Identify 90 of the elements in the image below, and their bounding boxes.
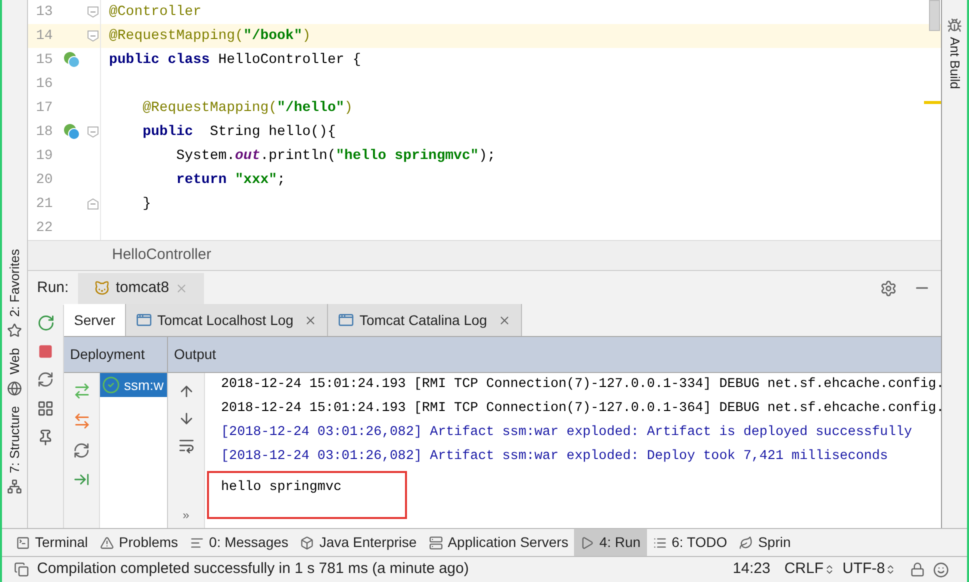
run-label: Run:: [36, 278, 70, 298]
leaf-icon: [739, 536, 754, 550]
stripe-label[interactable]: Web: [4, 348, 24, 375]
code-line: @RequestMapping("/book"): [109, 26, 311, 46]
column-header: Output: [173, 345, 218, 364]
arrows-icon[interactable]: [72, 412, 90, 430]
lock-icon[interactable]: [910, 562, 925, 577]
bug-icon: [947, 18, 962, 33]
deploy-icon[interactable]: [73, 471, 90, 488]
stripe-label[interactable]: Ant Build: [944, 37, 964, 90]
tool-window-tab[interactable]: Sprin: [733, 529, 797, 556]
code-line: @Controller: [109, 2, 202, 22]
refresh-icon[interactable]: [73, 442, 90, 459]
output-line: hello springmvc: [221, 480, 342, 495]
window-icon: [338, 312, 354, 328]
deployment-item[interactable]: ssm:w: [100, 373, 167, 397]
face-icon[interactable]: [933, 562, 949, 578]
warning-icon: [100, 536, 114, 550]
tool-window-tab[interactable]: 6: TODO: [646, 529, 734, 556]
stop-icon[interactable]: [38, 344, 53, 359]
structure-icon[interactable]: [7, 479, 22, 494]
box-icon: [300, 536, 314, 550]
stripe-label[interactable]: 7: Structure: [4, 406, 24, 473]
caret-position[interactable]: 14:23: [732, 558, 770, 581]
fold-marker-icon[interactable]: [87, 126, 99, 138]
tool-window-tab[interactable]: Problems: [94, 529, 184, 556]
pin-icon[interactable]: [37, 429, 54, 446]
layout-icon[interactable]: [37, 400, 54, 417]
fold-marker-icon[interactable]: [87, 198, 99, 210]
window-icon: [136, 312, 152, 328]
play-icon: [580, 536, 594, 550]
code-line: public class HelloController {: [109, 50, 362, 70]
tool-window-tab[interactable]: 4: Run: [574, 529, 647, 556]
lines-icon: [190, 536, 204, 550]
line-number: 15: [35, 50, 54, 70]
code-line: public String hello(){: [142, 122, 336, 142]
bean-method-icon[interactable]: [63, 123, 81, 141]
log-tab[interactable]: Server: [64, 304, 126, 336]
stripe-label[interactable]: 2: Favorites: [4, 249, 24, 318]
log-tab[interactable]: Tomcat Localhost Log: [126, 304, 328, 336]
log-tab[interactable]: Tomcat Catalina Log: [328, 304, 522, 336]
line-number: 21: [35, 194, 54, 214]
output-line: [2018-12-24 03:01:26,082] Artifact ssm:war exploded: Deploy took 7,421 milliseconds: [221, 448, 889, 466]
globe-icon[interactable]: [7, 380, 22, 396]
code-line: return "xxx";: [175, 170, 286, 190]
rerun-icon[interactable]: [36, 314, 54, 332]
copy-icon[interactable]: [14, 562, 29, 577]
breadcrumb[interactable]: HelloController: [112, 244, 212, 267]
bean-class-icon[interactable]: [63, 51, 81, 69]
close-icon[interactable]: [304, 314, 318, 326]
line-number: 19: [35, 146, 54, 166]
line-number: 16: [35, 74, 54, 94]
column-header: Deployment: [64, 337, 168, 372]
tool-window-tab[interactable]: 0: Messages: [184, 529, 294, 556]
wrap-icon[interactable]: [178, 437, 194, 454]
output-line: [2018-12-24 03:01:26,082] Artifact ssm:war exploded: Artifact is deployed successfully: [221, 424, 914, 442]
output-line: 2018-12-24 15:01:24.193 [RMI TCP Connection(7)-127.0.0.1-334] DEBUG net.sf.ehcache.config.: [221, 376, 941, 394]
output-line: 2018-12-24 15:01:24.193 [RMI TCP Connection(7)-127.0.0.1-364] DEBUG net.sf.ehcache.config.: [221, 400, 941, 418]
line-number: 20: [35, 170, 54, 190]
fold-marker-icon[interactable]: [87, 6, 99, 18]
tool-window-tab[interactable]: Terminal: [10, 529, 94, 556]
line-number: 17: [35, 98, 54, 118]
settings-icon[interactable]: [880, 280, 897, 296]
up-down-icon: [885, 564, 896, 575]
star-icon[interactable]: [7, 323, 22, 338]
warning-marker[interactable]: [924, 101, 941, 104]
line-number: 13: [35, 2, 54, 22]
list-icon: [652, 536, 667, 550]
run-tab[interactable]: tomcat8: [78, 272, 204, 304]
check-circle-icon: [102, 376, 120, 394]
line-number: 18: [35, 122, 54, 142]
fold-marker-icon[interactable]: [87, 30, 99, 42]
tool-window-tab[interactable]: Application Servers: [422, 529, 574, 556]
code-line: }: [142, 194, 152, 214]
encoding[interactable]: UTF-8: [842, 558, 896, 581]
scrollbar-thumb[interactable]: [929, 0, 940, 31]
line-separator[interactable]: CRLF: [784, 558, 834, 581]
terminal-icon: [16, 536, 30, 550]
code-line: @RequestMapping("/hello"): [142, 98, 353, 118]
line-number: 22: [35, 218, 54, 238]
tool-window-tab[interactable]: Java Enterprise: [294, 529, 423, 556]
arrows-icon[interactable]: [72, 382, 90, 400]
more-button[interactable]: »: [182, 506, 190, 528]
code-line: System.out.println("hello springmvc");: [175, 146, 496, 166]
restart-icon[interactable]: [37, 371, 54, 388]
server-icon: [428, 536, 443, 550]
status-message: Compilation completed successfully in 1 s 781 ms (a minute ago): [37, 559, 469, 580]
close-icon[interactable]: [498, 314, 512, 326]
line-number: 14: [35, 26, 54, 46]
cat-icon: [94, 280, 110, 296]
